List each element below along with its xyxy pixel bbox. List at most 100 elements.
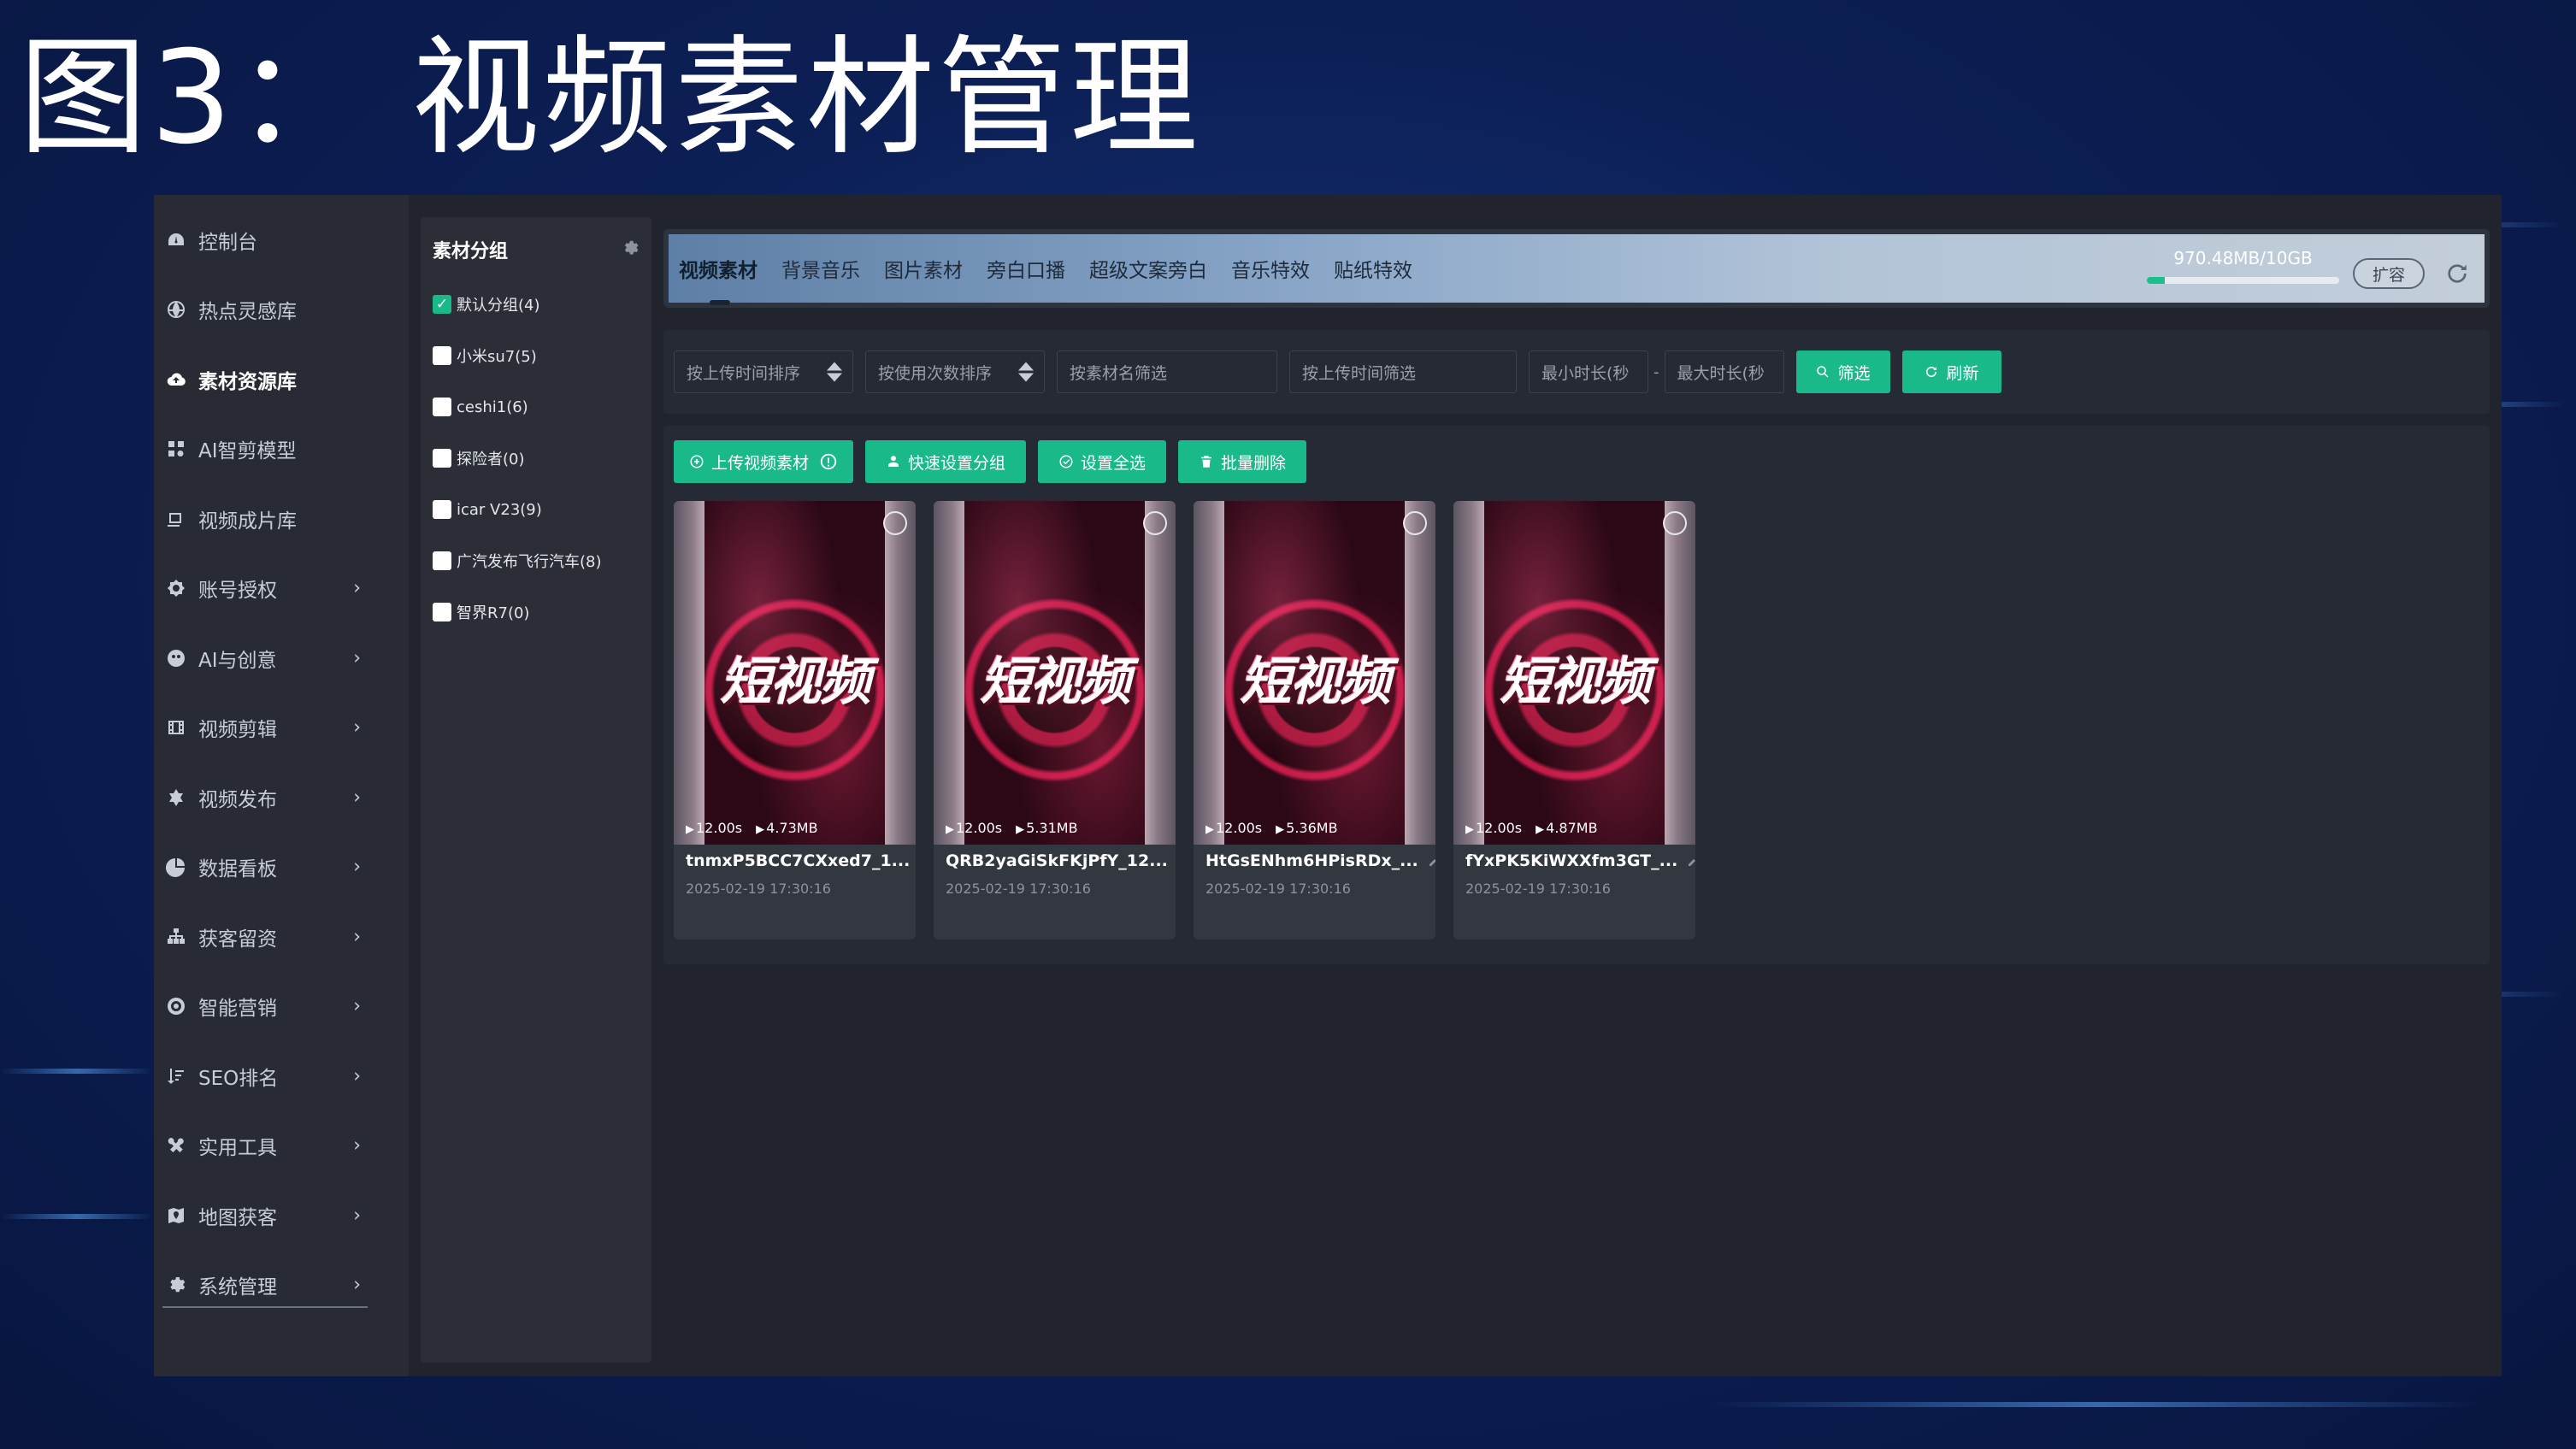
tab-4[interactable]: 超级文案旁白 <box>1089 254 1207 283</box>
group-checkbox[interactable] <box>433 449 451 468</box>
sidebar-item-7[interactable]: 视频剪辑 › <box>154 693 409 763</box>
video-meta: 12.00s 5.36MB <box>1205 820 1338 836</box>
sidebar-item-label: 数据看板 <box>198 858 277 881</box>
refresh-icon[interactable] <box>2443 260 2471 287</box>
select-all-button[interactable]: 设置全选 <box>1038 440 1166 483</box>
sidebar-item-2[interactable]: 素材资源库 <box>154 345 409 415</box>
group-item[interactable]: 智界R7(0) <box>433 586 640 638</box>
group-checkbox[interactable] <box>433 295 451 314</box>
tools-icon <box>166 1135 186 1156</box>
sidebar-item-12[interactable]: SEO排名 › <box>154 1041 409 1111</box>
tab-1[interactable]: 背景音乐 <box>781 254 860 283</box>
chevron-right-icon: › <box>353 577 361 599</box>
group-checkbox[interactable] <box>433 500 451 519</box>
sidebar-item-11[interactable]: 智能营销 › <box>154 972 409 1042</box>
group-checkbox[interactable] <box>433 398 451 416</box>
gear-icon[interactable] <box>621 239 640 261</box>
video-card[interactable]: 短视频 12.00s 5.36MB HtGsENhm6HPisRDx_... 2025-… <box>1194 501 1435 939</box>
sidebar-item-label: AI智剪模型 <box>198 440 297 463</box>
sidebar-item-13[interactable]: 实用工具 › <box>154 1111 409 1181</box>
group-item[interactable]: 探险者(0) <box>433 433 640 484</box>
bg-streak <box>0 1214 154 1219</box>
sidebar-item-0[interactable]: 控制台 <box>154 205 409 275</box>
min-duration-input[interactable]: 最小时长(秒 <box>1529 350 1648 393</box>
select-radio[interactable] <box>883 511 907 535</box>
sidebar-item-14[interactable]: 地图获客 › <box>154 1181 409 1251</box>
select-radio[interactable] <box>1403 511 1427 535</box>
model-icon <box>166 439 186 459</box>
tab-3[interactable]: 旁白口播 <box>987 254 1065 283</box>
edit-icon[interactable] <box>1686 853 1695 869</box>
max-duration-input[interactable]: 最大时长(秒 <box>1664 350 1784 393</box>
refresh-button[interactable]: 刷新 <box>1901 350 2001 393</box>
sidebar-item-5[interactable]: 账号授权 › <box>154 554 409 624</box>
group-item[interactable]: icar V23(9) <box>433 484 640 535</box>
video-thumbnail[interactable]: 短视频 12.00s 5.36MB <box>1194 501 1435 845</box>
sidebar-item-label: 热点灵感库 <box>198 301 297 324</box>
groups-panel-wrap: 素材分组 默认分组(4) 小米su7(5) ceshi1(6) 探险者(0) icar … <box>409 195 663 1376</box>
sort-usage-select[interactable]: 按使用次数排序 <box>865 350 1045 393</box>
ai-icon <box>166 648 186 669</box>
refresh-button-label: 刷新 <box>1946 363 1979 383</box>
group-item[interactable]: ceshi1(6) <box>433 381 640 433</box>
sort-upload-select[interactable]: 按上传时间排序 <box>674 350 853 393</box>
expand-button[interactable]: 扩容 <box>2353 258 2425 289</box>
group-label: 探险者(0) <box>457 451 525 468</box>
upload-video-button[interactable]: 上传视频素材 <box>674 440 853 483</box>
sidebar-item-15[interactable]: 系统管理 › <box>154 1251 409 1321</box>
video-duration: 12.00s <box>1465 820 1522 836</box>
sidebar-item-label: 地图获客 <box>198 1206 277 1229</box>
select-radio[interactable] <box>1143 511 1167 535</box>
group-label: 广汽发布飞行汽车(8) <box>457 553 602 571</box>
sidebar-item-3[interactable]: AI智剪模型 <box>154 415 409 485</box>
group-item[interactable]: 广汽发布飞行汽车(8) <box>433 535 640 586</box>
video-size: 5.36MB <box>1276 820 1337 836</box>
group-checkbox[interactable] <box>433 346 451 365</box>
batch-delete-button[interactable]: 批量删除 <box>1178 440 1306 483</box>
video-thumbnail[interactable]: 短视频 12.00s 5.31MB <box>934 501 1176 845</box>
chevron-right-icon: › <box>353 786 361 809</box>
action-row: 上传视频素材 快速设置分组 设置全选 批量删除 <box>674 439 2479 484</box>
pie-chart-icon <box>166 857 186 878</box>
tab-5[interactable]: 音乐特效 <box>1231 254 1310 283</box>
settings-icon <box>166 1275 186 1295</box>
video-card[interactable]: 短视频 12.00s 4.87MB fYxPK5KiWXXfm3GT_... 2025-… <box>1453 501 1695 939</box>
org-chart-icon <box>166 927 186 947</box>
globe-icon <box>166 299 186 320</box>
sidebar-item-6[interactable]: AI与创意 › <box>154 623 409 693</box>
quick-group-button[interactable]: 快速设置分组 <box>865 440 1026 483</box>
tab-6[interactable]: 贴纸特效 <box>1334 254 1412 283</box>
video-thumbnail[interactable]: 短视频 12.00s 4.73MB <box>674 501 916 845</box>
sort-upload-label: 按上传时间排序 <box>687 363 801 383</box>
sidebar-item-9[interactable]: 数据看板 › <box>154 833 409 903</box>
tab-0[interactable]: 视频素材 <box>679 254 757 305</box>
video-name: QRB2yaGiSkFKjPfY_12... <box>946 851 1168 870</box>
group-checkbox[interactable] <box>433 603 451 621</box>
video-card[interactable]: 短视频 12.00s 4.73MB tnmxP5BCC7CXxed7_1... 2025… <box>674 501 916 939</box>
group-checkbox[interactable] <box>433 551 451 570</box>
group-item[interactable]: 小米su7(5) <box>433 330 640 381</box>
sidebar-item-10[interactable]: 获客留资 › <box>154 902 409 972</box>
sidebar-item-1[interactable]: 热点灵感库 <box>154 275 409 345</box>
info-icon[interactable] <box>819 452 838 471</box>
time-filter-input[interactable]: 按上传时间筛选 <box>1289 350 1517 393</box>
tab-2[interactable]: 图片素材 <box>884 254 963 283</box>
dashboard-icon <box>166 230 186 250</box>
group-item[interactable]: 默认分组(4) <box>433 279 640 330</box>
app-window: 控制台热点灵感库素材资源库 AI智剪模型视频成片库 账号授权 › AI与创意 › 视频剪辑 ›… <box>154 195 2502 1376</box>
sidebar: 控制台热点灵感库素材资源库 AI智剪模型视频成片库 账号授权 › AI与创意 › 视频剪辑 ›… <box>154 195 409 1376</box>
sidebar-item-label: 视频发布 <box>198 788 277 811</box>
video-thumbnail[interactable]: 短视频 12.00s 4.87MB <box>1453 501 1695 845</box>
video-card[interactable]: 短视频 12.00s 5.31MB QRB2yaGiSkFKjPfY_12... 202… <box>934 501 1176 939</box>
filter-button[interactable]: 筛选 <box>1795 350 1890 393</box>
select-radio[interactable] <box>1663 511 1687 535</box>
chevron-right-icon: › <box>353 856 361 878</box>
chevron-right-icon: › <box>353 1065 361 1087</box>
edit-icon[interactable] <box>1427 853 1435 869</box>
sidebar-item-4[interactable]: 视频成片库 <box>154 484 409 554</box>
batch-delete-label: 批量删除 <box>1220 453 1286 473</box>
name-filter-input[interactable]: 按素材名筛选 <box>1057 350 1277 393</box>
bg-streak <box>0 1069 154 1074</box>
sidebar-item-8[interactable]: 视频发布 › <box>154 763 409 833</box>
trash-icon <box>1199 454 1214 469</box>
